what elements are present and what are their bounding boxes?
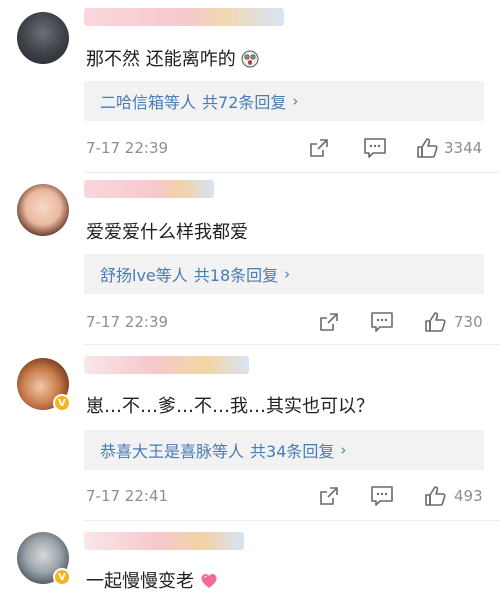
timestamp: 7-17 22:41	[86, 487, 169, 505]
like-count: 3344	[444, 139, 483, 157]
avatar[interactable]	[17, 184, 69, 236]
like-count: 730	[454, 313, 483, 331]
avatar[interactable]	[17, 12, 69, 64]
comment-icon[interactable]	[370, 311, 394, 333]
comment-text: 那不然 还能离咋的	[86, 45, 259, 71]
reply-users: 恭喜大王是喜脉等人	[100, 442, 245, 461]
divider	[84, 344, 500, 345]
comment-meta: 7-17 22:41 493	[86, 485, 486, 509]
reply-users: 二哈信箱等人	[100, 93, 197, 112]
comment-icon[interactable]	[370, 485, 394, 507]
comment-meta: 7-17 22:39 730	[86, 311, 486, 335]
replies-summary-button[interactable]: 二哈信箱等人 共72条回复 ›	[84, 81, 484, 121]
comment-meta: 7-17 22:39 3344	[86, 137, 486, 161]
verified-badge: V	[53, 394, 71, 412]
share-icon[interactable]	[318, 311, 340, 333]
timestamp: 7-17 22:39	[86, 139, 169, 157]
username-blurred[interactable]	[84, 180, 214, 198]
timestamp: 7-17 22:39	[86, 313, 169, 331]
reply-count: 共72条回复	[202, 93, 287, 112]
heart-emoji	[201, 574, 217, 588]
username-blurred[interactable]	[84, 532, 244, 550]
like-icon[interactable]	[416, 137, 438, 159]
replies-summary-button[interactable]: 舒扬lve等人 共18条回复 ›	[84, 254, 484, 294]
like-count: 493	[454, 487, 483, 505]
username-blurred[interactable]	[84, 356, 249, 374]
comment-text: 爱爱爱什么样我都爱	[86, 222, 248, 243]
comment-text: 一起慢慢变老	[86, 567, 218, 593]
chevron-right-icon: ›	[284, 265, 291, 283]
share-icon[interactable]	[318, 485, 340, 507]
like-icon[interactable]	[424, 485, 446, 507]
reply-count: 共18条回复	[193, 266, 279, 285]
divider	[84, 172, 500, 173]
reply-users: 舒扬lve等人	[100, 266, 188, 285]
comment-text: 崽…不…爹…不…我…其实也可以？	[86, 396, 374, 417]
chevron-right-icon: ›	[340, 441, 347, 459]
divider	[84, 520, 500, 521]
reply-count: 共34条回复	[250, 442, 335, 461]
verified-badge: V	[53, 568, 71, 586]
replies-summary-button[interactable]: 恭喜大王是喜脉等人 共34条回复 ›	[84, 430, 484, 470]
share-icon[interactable]	[308, 137, 330, 159]
like-icon[interactable]	[424, 311, 446, 333]
chevron-right-icon: ›	[292, 92, 299, 110]
comment-icon[interactable]	[363, 137, 387, 159]
username-blurred[interactable]	[84, 8, 284, 26]
surprised-face-emoji	[241, 50, 259, 68]
